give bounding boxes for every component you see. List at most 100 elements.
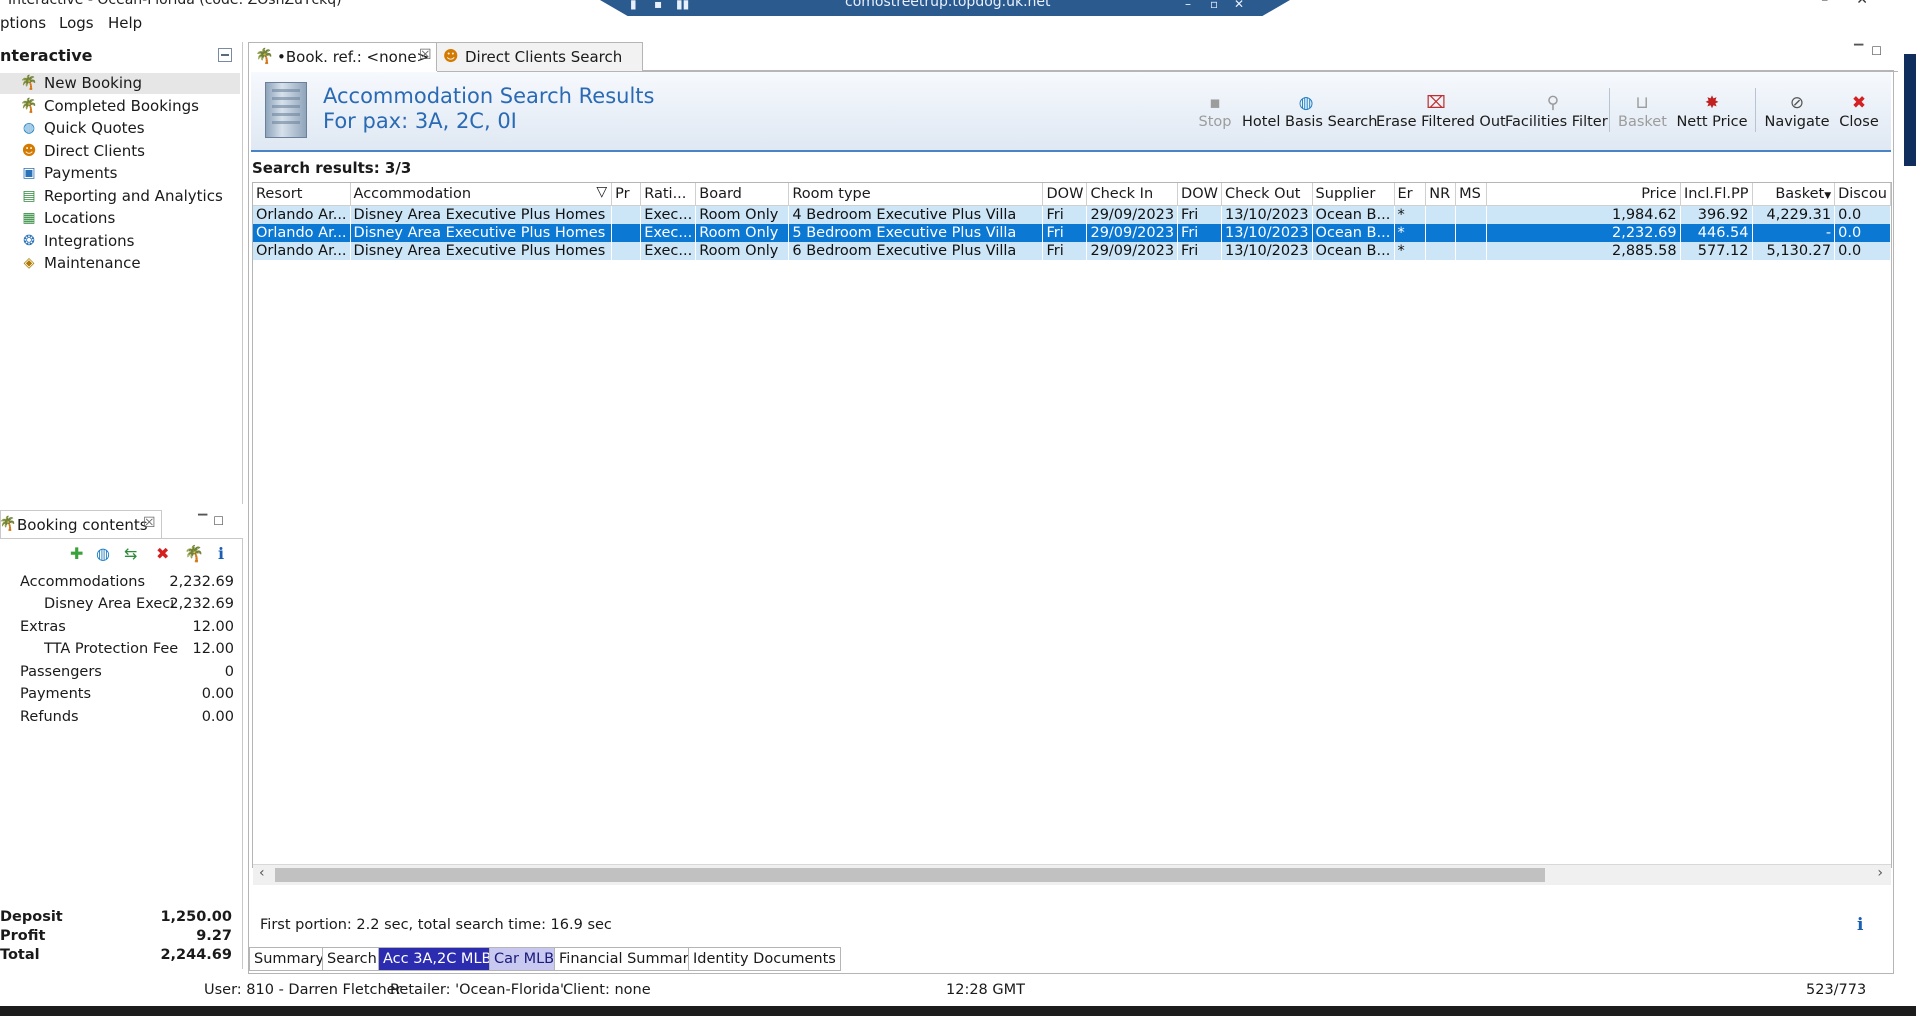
nav-item-quick-quotes[interactable]: ◍ Quick Quotes [0, 118, 240, 139]
row-label: Accommodations [20, 574, 146, 590]
minimize-editor-icon[interactable]: ▔ [1854, 44, 1871, 58]
tab-direct-clients-search[interactable]: ☻ Direct Clients Search [436, 42, 643, 71]
column-header[interactable]: Check In [1086, 183, 1179, 206]
globe-clock-icon: ◍ [22, 120, 36, 136]
close-tab-icon[interactable]: ☒ [419, 47, 432, 63]
palm-tree-icon[interactable]: 🌴 [184, 544, 204, 563]
table-row[interactable]: Orlando Ar... Disney Area Executive Plus … [253, 205, 1891, 224]
minimize-remote-icon[interactable]: – [1185, 0, 1191, 11]
menu-help[interactable]: Help [108, 14, 142, 32]
column-header[interactable]: DOW [1042, 183, 1088, 206]
nav-item-reporting[interactable]: ▤ Reporting and Analytics [0, 186, 240, 207]
nav-item-direct-clients[interactable]: ☻ Direct Clients [0, 141, 240, 162]
nett-price-button[interactable]: ✸ Nett Price [1676, 92, 1748, 136]
scroll-right-icon[interactable]: › [1877, 865, 1883, 881]
restore-remote-icon[interactable]: ▫ [1210, 0, 1218, 11]
booking-row-payments[interactable]: Payments 0.00 [0, 684, 236, 706]
nav-item-locations[interactable]: ▦ Locations [0, 208, 240, 229]
navigate-button[interactable]: ⊘ Navigate [1762, 92, 1832, 136]
close-button[interactable]: ✖ Close [1836, 92, 1882, 136]
nav-item-integrations[interactable]: ❂ Integrations [0, 231, 240, 252]
collapse-panel-icon[interactable] [218, 48, 232, 62]
bottom-tab-car[interactable]: Car MLB [489, 947, 560, 971]
filter-funnel-icon[interactable]: ▽ [596, 184, 607, 200]
stop-button[interactable]: ▪ Stop [1198, 92, 1232, 136]
menu-logs[interactable]: Logs [59, 14, 94, 32]
person-icon: ☻ [21, 143, 37, 159]
scrollbar-thumb[interactable] [275, 868, 1545, 882]
summary-label: Total [0, 947, 40, 963]
bottom-tab-financial-summary[interactable]: Financial Summary [554, 947, 703, 971]
column-header[interactable]: DOW [1177, 183, 1222, 206]
column-header[interactable]: NR [1425, 183, 1457, 206]
close-tab-icon[interactable]: ☒ [143, 515, 156, 531]
minimize-panel-icon[interactable]: ▔ [198, 514, 213, 528]
bottom-tab-summary[interactable]: Summary [249, 947, 330, 971]
stop-icon: ▪ [1209, 93, 1221, 113]
booking-row-passengers[interactable]: Passengers 0 [0, 662, 236, 684]
column-header[interactable]: Pr [611, 183, 642, 206]
booking-contents-title: Booking contents [17, 516, 148, 534]
nav-item-completed-bookings[interactable]: 🌴 Completed Bookings [0, 96, 240, 117]
table-cell: Room Only [695, 224, 789, 242]
menu-options[interactable]: ptions [0, 14, 46, 32]
add-icon[interactable]: ✚ [70, 544, 83, 563]
summary-value: 2,244.69 [160, 947, 232, 963]
column-header[interactable]: Er [1394, 183, 1427, 206]
column-header[interactable]: Supplier [1312, 183, 1395, 206]
maximize-editor-icon[interactable]: ☐ [1871, 44, 1890, 58]
booking-row-accommodation-item[interactable]: Disney Area Executive Plus Homes 2,232.6… [0, 594, 236, 616]
bottom-tab-accommodation[interactable]: Acc 3A,2C MLB [378, 947, 497, 971]
column-header[interactable]: MS [1455, 183, 1487, 206]
horizontal-scrollbar[interactable]: ‹ › [253, 864, 1891, 885]
pin-icon[interactable]: ▮ [630, 0, 637, 11]
table-cell: Exec... [640, 205, 696, 224]
panel-controls[interactable]: ▔☐ [198, 514, 230, 528]
table-cell: Fri [1177, 224, 1222, 242]
tab-booking-ref[interactable]: 🌴 •Book. ref.: <none> ☒ [248, 42, 438, 72]
table-row[interactable]: Orlando Ar... Disney Area Executive Plus … [253, 242, 1891, 260]
column-header[interactable]: Board [695, 183, 790, 206]
hotel-basis-search-button[interactable]: ◍ Hotel Basis Search [1242, 92, 1377, 136]
status-time: 12:28 GMT [946, 982, 1025, 998]
booking-row-refunds[interactable]: Refunds 0.00 [0, 707, 236, 729]
globe-clock-icon[interactable]: ◍ [96, 544, 110, 563]
nav-item-maintenance[interactable]: ◈ Maintenance [0, 253, 240, 274]
bottom-tab-search[interactable]: Search [322, 947, 382, 971]
column-header[interactable]: Rati... [640, 183, 697, 206]
bottom-tab-identity-documents[interactable]: Identity Documents [688, 947, 841, 971]
nav-item-new-booking[interactable]: 🌴 New Booking [0, 73, 240, 94]
column-header[interactable]: Discou [1834, 183, 1891, 206]
close-window-icon[interactable]: ✕ [1856, 0, 1896, 8]
info-icon[interactable]: i [218, 544, 224, 563]
basket-button[interactable]: ⊔ Basket [1618, 92, 1667, 136]
booking-row-extra-item[interactable]: TTA Protection Fee 12.00 [0, 639, 236, 661]
erase-filtered-out-button[interactable]: ⌧ Erase Filtered Out [1376, 92, 1506, 136]
column-header[interactable]: Price [1486, 183, 1681, 206]
column-header[interactable]: Check Out [1221, 183, 1313, 206]
nav-item-payments[interactable]: ▣ Payments [0, 163, 240, 184]
column-header[interactable]: Basket▼ [1752, 183, 1836, 206]
maximize-panel-icon[interactable]: ☐ [213, 514, 230, 528]
close-remote-icon[interactable]: ✕ [1234, 0, 1244, 11]
page-subtitle: For pax: 3A, 2C, 0I [323, 109, 517, 133]
table-cell: Orlando Ar... [253, 205, 351, 224]
facilities-filter-button[interactable]: ⚲ Facilities Filter [1505, 92, 1608, 136]
table-row[interactable]: Orlando Ar... Disney Area Executive Plus … [253, 224, 1891, 242]
delete-icon[interactable]: ✖ [156, 544, 169, 563]
transfer-icon[interactable]: ⇆ [124, 544, 137, 563]
table-cell: Disney Area Executive Plus Homes [350, 224, 612, 242]
column-header[interactable]: Accommodation ▽ [350, 183, 613, 206]
info-icon[interactable]: i [1857, 915, 1863, 935]
person-icon: ☻ [443, 47, 459, 65]
booking-row-accommodations[interactable]: Accommodations 2,232.69 [0, 572, 236, 594]
window-controls[interactable]: –✕ [1821, 0, 1896, 8]
column-header[interactable]: Resort [253, 183, 351, 206]
editor-controls[interactable]: ▔☐ [1854, 44, 1890, 58]
booking-contents-tab[interactable]: 🌴 Booking contents ☒ [0, 510, 162, 539]
booking-row-extras[interactable]: Extras 12.00 [0, 617, 236, 639]
minimize-window-icon[interactable]: – [1821, 0, 1856, 8]
column-header[interactable]: Incl.Fl.PP [1680, 183, 1753, 206]
scroll-left-icon[interactable]: ‹ [259, 865, 265, 881]
column-header[interactable]: Room type [788, 183, 1044, 206]
